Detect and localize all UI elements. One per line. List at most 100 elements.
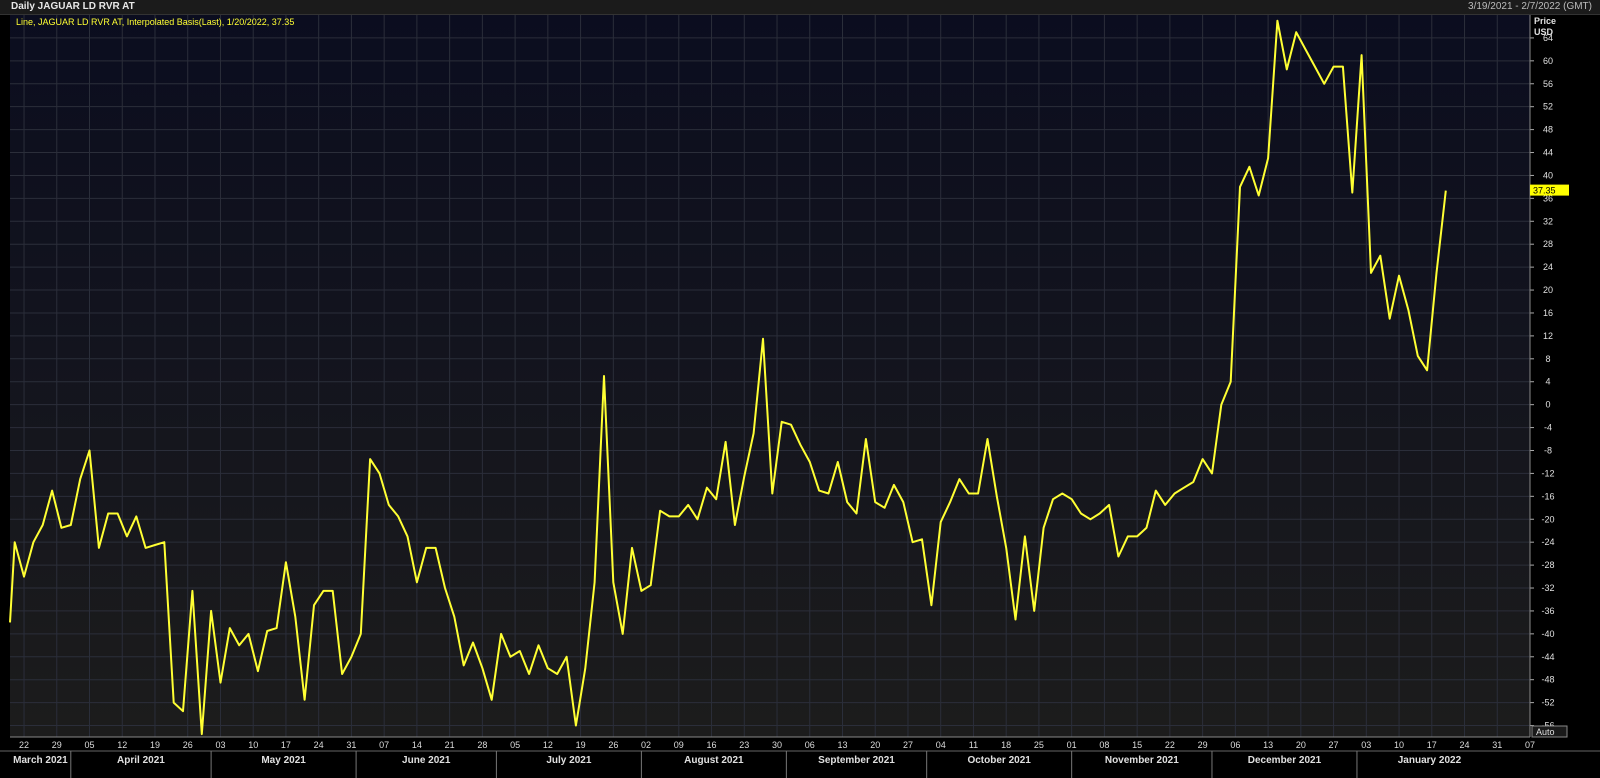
x-tick-label: 12	[117, 740, 127, 750]
y-tick-label: -4	[1544, 423, 1552, 433]
x-tick-label: 09	[674, 740, 684, 750]
y-tick-label: -40	[1541, 629, 1554, 639]
x-tick-label: 03	[215, 740, 225, 750]
x-tick-label: 20	[870, 740, 880, 750]
month-label: May 2021	[261, 755, 306, 766]
y-tick-label: 8	[1545, 354, 1550, 364]
month-label: April 2021	[117, 755, 165, 766]
x-tick-label: 08	[1099, 740, 1109, 750]
last-value-marker: 37.35	[1530, 184, 1569, 196]
x-tick-label: 28	[477, 740, 487, 750]
x-tick-label: 02	[641, 740, 651, 750]
x-tick-label: 27	[903, 740, 913, 750]
month-label: November 2021	[1105, 755, 1179, 766]
date-range: 3/19/2021 - 2/7/2022 (GMT)	[1468, 1, 1592, 12]
x-tick-label: 12	[543, 740, 553, 750]
y-tick-label: -32	[1541, 583, 1554, 593]
y-tick-label: 40	[1543, 170, 1553, 180]
x-tick-label: 13	[1263, 740, 1273, 750]
chart-title: Daily JAGUAR LD RVR AT	[11, 1, 135, 12]
y-tick-label: -8	[1544, 445, 1552, 455]
x-tick-label: 06	[805, 740, 815, 750]
month-label: October 2021	[967, 755, 1031, 766]
month-label: September 2021	[818, 755, 895, 766]
month-label: December 2021	[1248, 755, 1322, 766]
y-tick-label: -20	[1541, 514, 1554, 524]
month-label: January 2022	[1398, 755, 1462, 766]
x-tick-label: 13	[837, 740, 847, 750]
x-tick-label: 29	[52, 740, 62, 750]
x-tick-label: 07	[1525, 740, 1535, 750]
x-tick-label: 01	[1067, 740, 1077, 750]
y-tick-label: 56	[1543, 79, 1553, 89]
plot-background	[10, 15, 1530, 737]
x-tick-label: 17	[281, 740, 291, 750]
month-label: June 2021	[402, 755, 451, 766]
y-tick-label: -52	[1541, 698, 1554, 708]
x-tick-label: 18	[1001, 740, 1011, 750]
y-tick-label: 16	[1543, 308, 1553, 318]
x-tick-label: 22	[1165, 740, 1175, 750]
x-tick-label: 23	[739, 740, 749, 750]
y-axis: -56-52-48-44-40-36-32-28-24-20-16-12-8-4…	[1529, 15, 1555, 737]
x-tick-label: 17	[1427, 740, 1437, 750]
x-tick-label: 05	[510, 740, 520, 750]
y-tick-label: 4	[1545, 377, 1550, 387]
x-tick-label: 06	[1230, 740, 1240, 750]
y-tick-label: 24	[1543, 262, 1553, 272]
x-tick-label: 30	[772, 740, 782, 750]
last-value-label: 37.35	[1533, 186, 1556, 196]
x-tick-label: 31	[346, 740, 356, 750]
x-tick-label: 26	[183, 740, 193, 750]
y-tick-label: -12	[1541, 468, 1554, 478]
x-tick-label: 25	[1034, 740, 1044, 750]
x-tick-label: 16	[707, 740, 717, 750]
x-tick-label: 20	[1296, 740, 1306, 750]
x-tick-label: 26	[608, 740, 618, 750]
y-tick-label: 0	[1545, 400, 1550, 410]
month-axis: March 2021 April 2021 May 2021 June 2021 Jul…	[13, 751, 1462, 778]
y-tick-label: -44	[1541, 652, 1554, 662]
y-tick-label: 52	[1543, 102, 1553, 112]
y-tick-label: 12	[1543, 331, 1553, 341]
x-tick-label: 14	[412, 740, 422, 750]
month-label: August 2021	[684, 755, 744, 766]
month-label: July 2021	[546, 755, 591, 766]
y-tick-label: -48	[1541, 675, 1554, 685]
y-tick-label: -16	[1541, 491, 1554, 501]
x-axis: 22 29 05 12 19 26 03 10 17 24 31 07 14 21 28 05 12 19 26 02…	[0, 736, 1600, 752]
y-tick-label: 60	[1543, 56, 1553, 66]
auto-button-label: Auto	[1536, 727, 1555, 737]
x-tick-label: 05	[84, 740, 94, 750]
x-tick-label: 10	[1394, 740, 1404, 750]
y-tick-label: 48	[1543, 125, 1553, 135]
x-tick-label: 03	[1361, 740, 1371, 750]
price-chart[interactable]: -56-52-48-44-40-36-32-28-24-20-16-12-8-4…	[0, 15, 1600, 778]
title-bar: Daily JAGUAR LD RVR AT 3/19/2021 - 2/7/2…	[0, 0, 1600, 15]
x-tick-label: 27	[1329, 740, 1339, 750]
axis-unit-usd: USD	[1534, 27, 1554, 37]
x-tick-label: 10	[248, 740, 258, 750]
x-tick-label: 24	[314, 740, 324, 750]
x-tick-label: 21	[445, 740, 455, 750]
x-tick-label: 24	[1460, 740, 1470, 750]
x-tick-label: 29	[1198, 740, 1208, 750]
y-tick-label: 32	[1543, 216, 1553, 226]
auto-button[interactable]: Auto	[1531, 725, 1568, 738]
y-tick-label: -28	[1541, 560, 1554, 570]
y-tick-label: -36	[1541, 606, 1554, 616]
x-tick-label: 15	[1132, 740, 1142, 750]
y-tick-label: 20	[1543, 285, 1553, 295]
x-tick-label: 31	[1492, 740, 1502, 750]
x-tick-label: 04	[936, 740, 946, 750]
series-legend: Line, JAGUAR LD RVR AT, Interpolated Bas…	[16, 17, 294, 27]
x-tick-label: 22	[19, 740, 29, 750]
y-tick-label: -24	[1541, 537, 1554, 547]
y-tick-label: 28	[1543, 239, 1553, 249]
x-tick-label: 19	[576, 740, 586, 750]
x-tick-label: 07	[379, 740, 389, 750]
axis-unit-price: Price	[1534, 16, 1556, 26]
x-tick-label: 19	[150, 740, 160, 750]
month-label: March 2021	[13, 755, 68, 766]
x-tick-label: 11	[969, 740, 978, 750]
